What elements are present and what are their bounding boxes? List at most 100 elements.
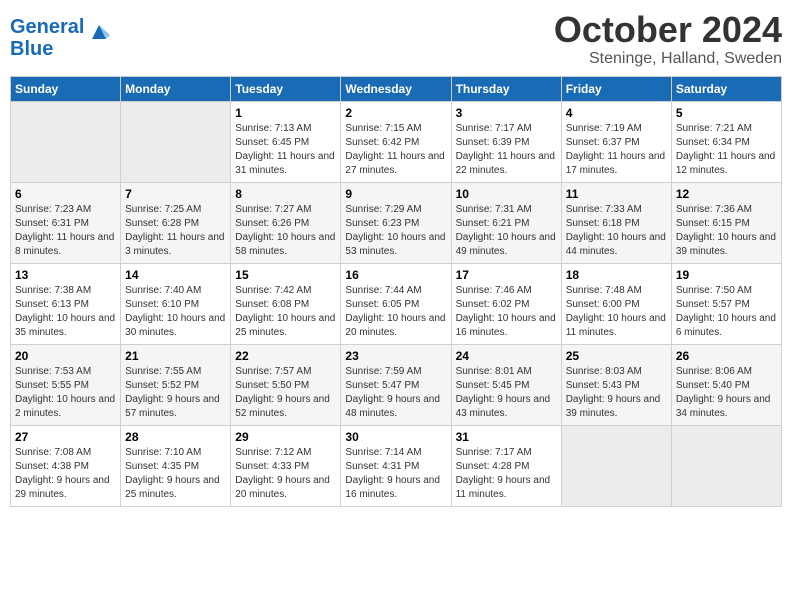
day-number: 8 [235, 187, 336, 201]
calendar-cell: 21 Sunrise: 7:55 AM Sunset: 5:52 PM Dayli… [121, 344, 231, 425]
weekday-header: Sunday [11, 76, 121, 101]
day-detail: Sunrise: 7:29 AM Sunset: 6:23 PM Dayligh… [345, 203, 446, 259]
day-detail: Sunrise: 7:23 AM Sunset: 6:31 PM Dayligh… [15, 203, 116, 259]
day-number: 2 [345, 106, 446, 120]
calendar-cell: 31Sunrise: 7:17 AM Sunset: 4:28 PM Dayli… [451, 425, 561, 506]
calendar-cell [121, 101, 231, 182]
page-title: October 2024 [554, 10, 782, 50]
day-detail: Sunrise: 7:38 AM Sunset: 6:13 PM Dayligh… [15, 284, 116, 340]
day-number: 28 [125, 430, 226, 444]
weekday-header: Thursday [451, 76, 561, 101]
day-number: 22 [235, 349, 336, 363]
calendar-cell: 6 Sunrise: 7:23 AM Sunset: 6:31 PM Daylig… [11, 182, 121, 263]
calendar-cell: 30 Sunrise: 7:14 AM Sunset: 4:31 PM Dayli… [341, 425, 451, 506]
day-detail: Sunrise: 7:48 AM Sunset: 6:00 PM Dayligh… [566, 284, 667, 340]
day-number: 24 [456, 349, 557, 363]
day-detail: Sunrise: 7:59 AM Sunset: 5:47 PM Dayligh… [345, 365, 446, 421]
day-detail: Sunrise: 7:14 AM Sunset: 4:31 PM Dayligh… [345, 446, 446, 502]
day-number: 30 [345, 430, 446, 444]
calendar-week-row: 13Sunrise: 7:38 AM Sunset: 6:13 PM Dayli… [11, 263, 782, 344]
calendar-cell [561, 425, 671, 506]
day-detail: Sunrise: 8:03 AM Sunset: 5:43 PM Dayligh… [566, 365, 667, 421]
weekday-header: Tuesday [231, 76, 341, 101]
day-detail: Sunrise: 7:42 AM Sunset: 6:08 PM Dayligh… [235, 284, 336, 340]
day-detail: Sunrise: 7:57 AM Sunset: 5:50 PM Dayligh… [235, 365, 336, 421]
day-number: 4 [566, 106, 667, 120]
calendar-cell: 9 Sunrise: 7:29 AM Sunset: 6:23 PM Daylig… [341, 182, 451, 263]
day-number: 5 [676, 106, 777, 120]
calendar-cell: 17 Sunrise: 7:46 AM Sunset: 6:02 PM Dayli… [451, 263, 561, 344]
page-subtitle: Steninge, Halland, Sweden [554, 50, 782, 68]
calendar-cell: 5 Sunrise: 7:21 AM Sunset: 6:34 PM Daylig… [671, 101, 781, 182]
day-detail: Sunrise: 7:13 AM Sunset: 6:45 PM Dayligh… [235, 122, 336, 178]
day-number: 20 [15, 349, 116, 363]
day-detail: Sunrise: 7:27 AM Sunset: 6:26 PM Dayligh… [235, 203, 336, 259]
day-number: 14 [125, 268, 226, 282]
page-header: GeneralBlue October 2024 Steninge, Halla… [10, 10, 782, 68]
day-number: 21 [125, 349, 226, 363]
calendar-cell: 10 Sunrise: 7:31 AM Sunset: 6:21 PM Dayli… [451, 182, 561, 263]
day-detail: Sunrise: 7:55 AM Sunset: 5:52 PM Dayligh… [125, 365, 226, 421]
day-number: 7 [125, 187, 226, 201]
day-detail: Sunrise: 7:53 AM Sunset: 5:55 PM Dayligh… [15, 365, 116, 421]
calendar-cell: 29 Sunrise: 7:12 AM Sunset: 4:33 PM Dayli… [231, 425, 341, 506]
weekday-header: Friday [561, 76, 671, 101]
calendar-cell: 23 Sunrise: 7:59 AM Sunset: 5:47 PM Dayli… [341, 344, 451, 425]
day-number: 9 [345, 187, 446, 201]
day-number: 1 [235, 106, 336, 120]
day-number: 6 [15, 187, 116, 201]
day-number: 16 [345, 268, 446, 282]
weekday-header: Monday [121, 76, 231, 101]
day-number: 31 [456, 430, 557, 444]
day-detail: Sunrise: 7:19 AM Sunset: 6:37 PM Dayligh… [566, 122, 667, 178]
calendar-cell: 19 Sunrise: 7:50 AM Sunset: 5:57 PM Dayli… [671, 263, 781, 344]
calendar-cell: 12Sunrise: 7:36 AM Sunset: 6:15 PM Dayli… [671, 182, 781, 263]
day-detail: Sunrise: 7:25 AM Sunset: 6:28 PM Dayligh… [125, 203, 226, 259]
calendar-cell: 11 Sunrise: 7:33 AM Sunset: 6:18 PM Dayli… [561, 182, 671, 263]
calendar-cell [671, 425, 781, 506]
logo-text: GeneralBlue [10, 16, 84, 60]
calendar-cell: 4 Sunrise: 7:19 AM Sunset: 6:37 PM Daylig… [561, 101, 671, 182]
logo-icon [88, 21, 110, 48]
calendar-week-row: 1 Sunrise: 7:13 AM Sunset: 6:45 PM Daylig… [11, 101, 782, 182]
day-detail: Sunrise: 7:46 AM Sunset: 6:02 PM Dayligh… [456, 284, 557, 340]
calendar-cell: 24 Sunrise: 8:01 AM Sunset: 5:45 PM Dayli… [451, 344, 561, 425]
day-number: 25 [566, 349, 667, 363]
day-number: 19 [676, 268, 777, 282]
calendar-cell: 26 Sunrise: 8:06 AM Sunset: 5:40 PM Dayli… [671, 344, 781, 425]
day-number: 29 [235, 430, 336, 444]
calendar-week-row: 20 Sunrise: 7:53 AM Sunset: 5:55 PM Dayli… [11, 344, 782, 425]
calendar-cell: 8 Sunrise: 7:27 AM Sunset: 6:26 PM Daylig… [231, 182, 341, 263]
day-number: 10 [456, 187, 557, 201]
calendar-cell: 16 Sunrise: 7:44 AM Sunset: 6:05 PM Dayli… [341, 263, 451, 344]
day-detail: Sunrise: 7:15 AM Sunset: 6:42 PM Dayligh… [345, 122, 446, 178]
logo: GeneralBlue [10, 16, 110, 60]
day-detail: Sunrise: 7:33 AM Sunset: 6:18 PM Dayligh… [566, 203, 667, 259]
calendar-cell: 13Sunrise: 7:38 AM Sunset: 6:13 PM Dayli… [11, 263, 121, 344]
day-detail: Sunrise: 8:06 AM Sunset: 5:40 PM Dayligh… [676, 365, 777, 421]
day-number: 17 [456, 268, 557, 282]
day-detail: Sunrise: 7:40 AM Sunset: 6:10 PM Dayligh… [125, 284, 226, 340]
calendar-week-row: 6 Sunrise: 7:23 AM Sunset: 6:31 PM Daylig… [11, 182, 782, 263]
calendar-cell: 18Sunrise: 7:48 AM Sunset: 6:00 PM Dayli… [561, 263, 671, 344]
day-detail: Sunrise: 8:01 AM Sunset: 5:45 PM Dayligh… [456, 365, 557, 421]
day-detail: Sunrise: 7:12 AM Sunset: 4:33 PM Dayligh… [235, 446, 336, 502]
calendar-cell: 14 Sunrise: 7:40 AM Sunset: 6:10 PM Dayli… [121, 263, 231, 344]
title-block: October 2024 Steninge, Halland, Sweden [554, 10, 782, 68]
day-detail: Sunrise: 7:31 AM Sunset: 6:21 PM Dayligh… [456, 203, 557, 259]
day-detail: Sunrise: 7:10 AM Sunset: 4:35 PM Dayligh… [125, 446, 226, 502]
day-number: 26 [676, 349, 777, 363]
day-number: 23 [345, 349, 446, 363]
calendar-header-row: SundayMondayTuesdayWednesdayThursdayFrid… [11, 76, 782, 101]
day-detail: Sunrise: 7:08 AM Sunset: 4:38 PM Dayligh… [15, 446, 116, 502]
day-detail: Sunrise: 7:44 AM Sunset: 6:05 PM Dayligh… [345, 284, 446, 340]
calendar-cell [11, 101, 121, 182]
day-detail: Sunrise: 7:36 AM Sunset: 6:15 PM Dayligh… [676, 203, 777, 259]
day-detail: Sunrise: 7:21 AM Sunset: 6:34 PM Dayligh… [676, 122, 777, 178]
day-number: 11 [566, 187, 667, 201]
day-number: 27 [15, 430, 116, 444]
calendar-cell: 28 Sunrise: 7:10 AM Sunset: 4:35 PM Dayli… [121, 425, 231, 506]
day-detail: Sunrise: 7:50 AM Sunset: 5:57 PM Dayligh… [676, 284, 777, 340]
calendar-cell: 15Sunrise: 7:42 AM Sunset: 6:08 PM Dayli… [231, 263, 341, 344]
calendar-cell: 25 Sunrise: 8:03 AM Sunset: 5:43 PM Dayli… [561, 344, 671, 425]
